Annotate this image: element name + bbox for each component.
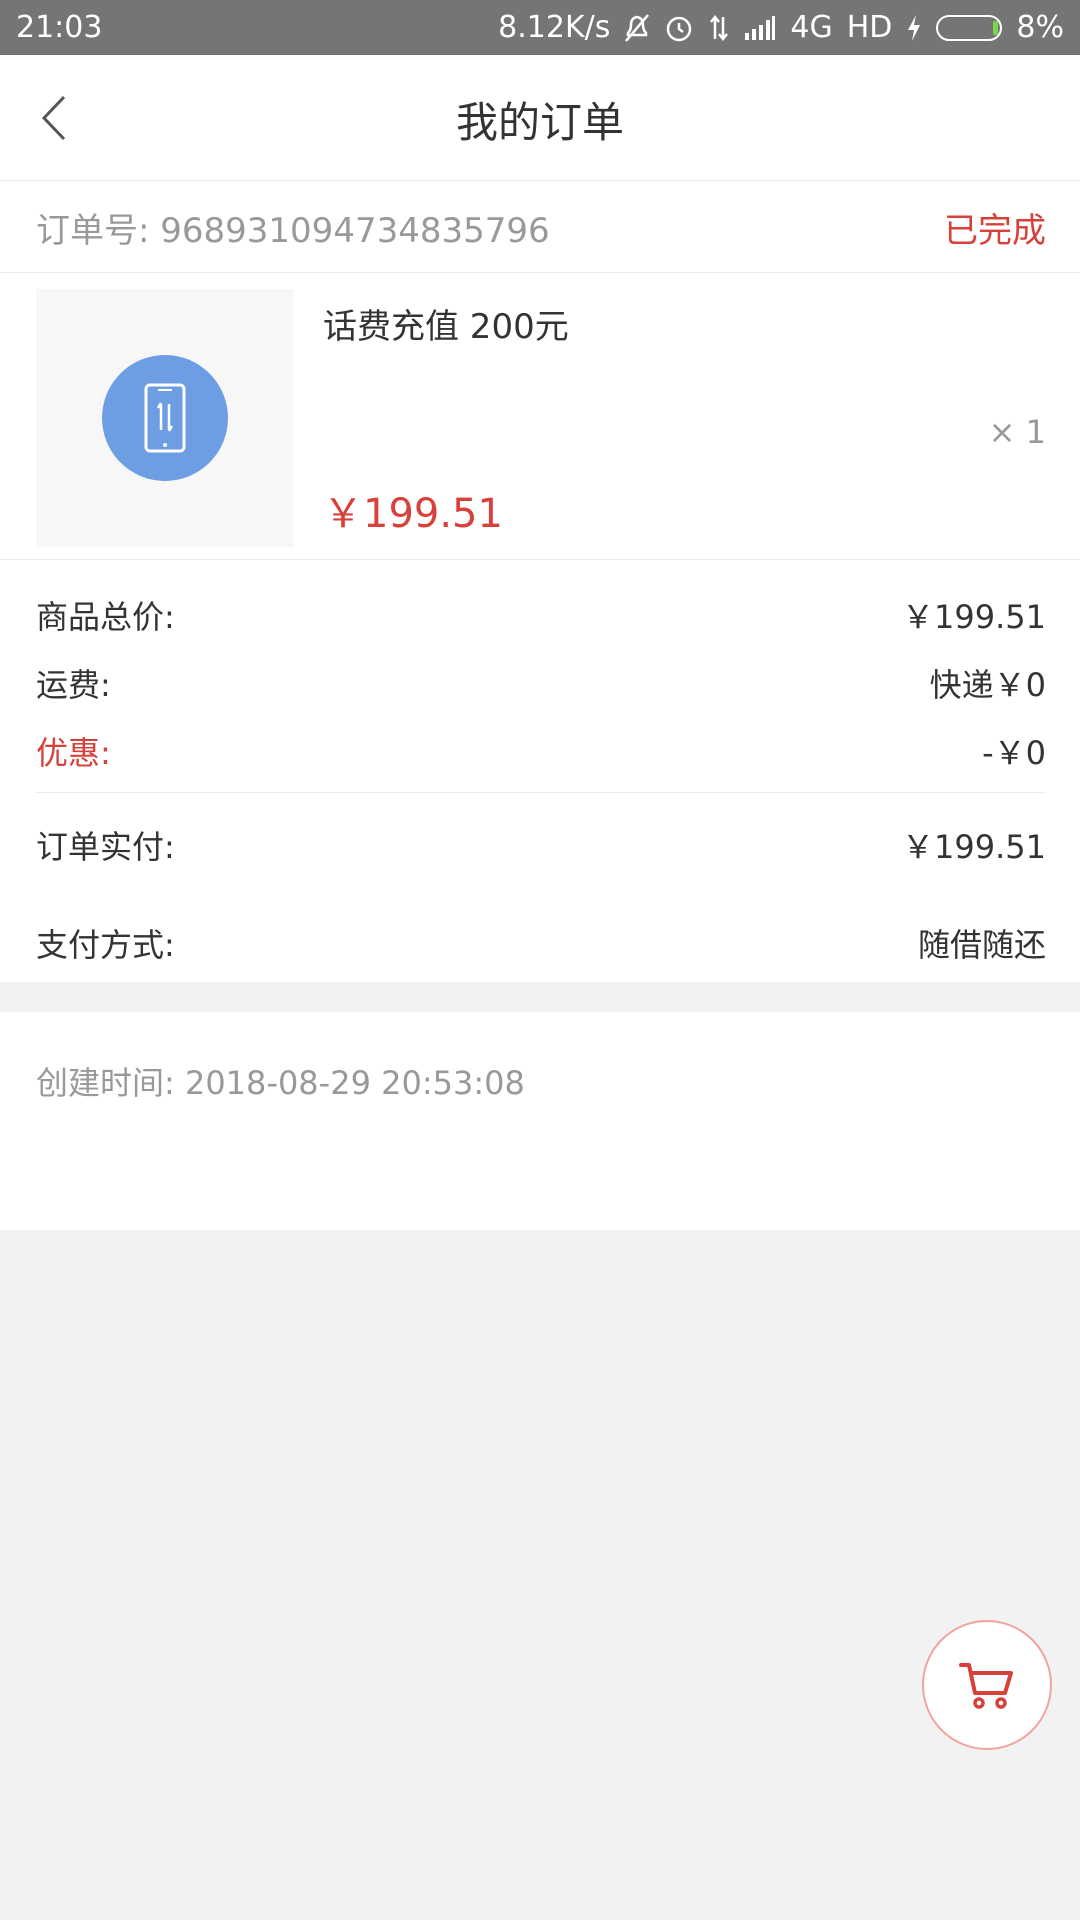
order-summary: 商品总价: ￥199.51 运费: 快递￥0 优惠: -￥0 订单实付: ￥19… (0, 560, 1080, 982)
discount-value: -￥0 (982, 734, 1046, 772)
product-quantity: × 1 (988, 413, 1046, 451)
created-time: 创建时间: 2018-08-29 20:53:08 (36, 1064, 525, 1102)
shipping-label: 运费: (36, 666, 111, 704)
status-time: 21:03 (16, 10, 103, 45)
paid-row: 订单实付: ￥199.51 (36, 822, 1046, 868)
goods-total-label: 商品总价: (36, 598, 175, 636)
product-price: ￥199.51 (323, 491, 503, 537)
alarm-icon (664, 13, 694, 43)
paid-label: 订单实付: (36, 828, 175, 866)
network-type: 4G (790, 10, 833, 45)
paid-value: ￥199.51 (902, 828, 1046, 866)
hd-indicator: HD (846, 10, 893, 45)
cart-button[interactable] (922, 1620, 1052, 1750)
payment-method-row: 支付方式: 随借随还 (36, 920, 1046, 966)
goods-total-row: 商品总价: ￥199.51 (36, 592, 1046, 638)
mute-icon (624, 13, 650, 43)
order-status: 已完成 (944, 211, 1046, 251)
phone-icon (102, 355, 228, 481)
discount-row: 优惠: -￥0 (36, 728, 1046, 774)
created-time-section: 创建时间: 2018-08-29 20:53:08 (0, 1012, 1080, 1230)
order-product[interactable]: 话费充值 200元 × 1 ￥199.51 (0, 273, 1080, 560)
status-icons: 8.12K/s 4G HD 8% (498, 10, 1064, 45)
charging-icon (906, 14, 922, 42)
goods-total-value: ￥199.51 (902, 598, 1046, 636)
cart-icon (959, 1663, 1013, 1709)
discount-label: 优惠: (36, 734, 111, 772)
shipping-value: 快递￥0 (929, 666, 1046, 704)
product-thumbnail (36, 289, 294, 547)
product-name: 话费充值 200元 (323, 307, 569, 347)
signal-icon (744, 15, 776, 41)
status-bar: 21:03 8.12K/s 4G HD 8% (0, 0, 1080, 55)
nav-header: 我的订单 (0, 55, 1080, 180)
order-header: 订单号: 968931094734835796 已完成 (0, 180, 1080, 273)
summary-divider (36, 792, 1046, 793)
battery-icon (936, 14, 1003, 41)
battery-level: 8% (1016, 10, 1064, 45)
page-title: 我的订单 (455, 98, 624, 147)
order-number: 订单号: 968931094734835796 (36, 211, 550, 251)
shipping-row: 运费: 快递￥0 (36, 660, 1046, 706)
data-transfer-icon (708, 13, 730, 43)
payment-method-label: 支付方式: (36, 926, 175, 964)
payment-method-value: 随借随还 (917, 926, 1046, 964)
net-speed: 8.12K/s (498, 10, 611, 45)
